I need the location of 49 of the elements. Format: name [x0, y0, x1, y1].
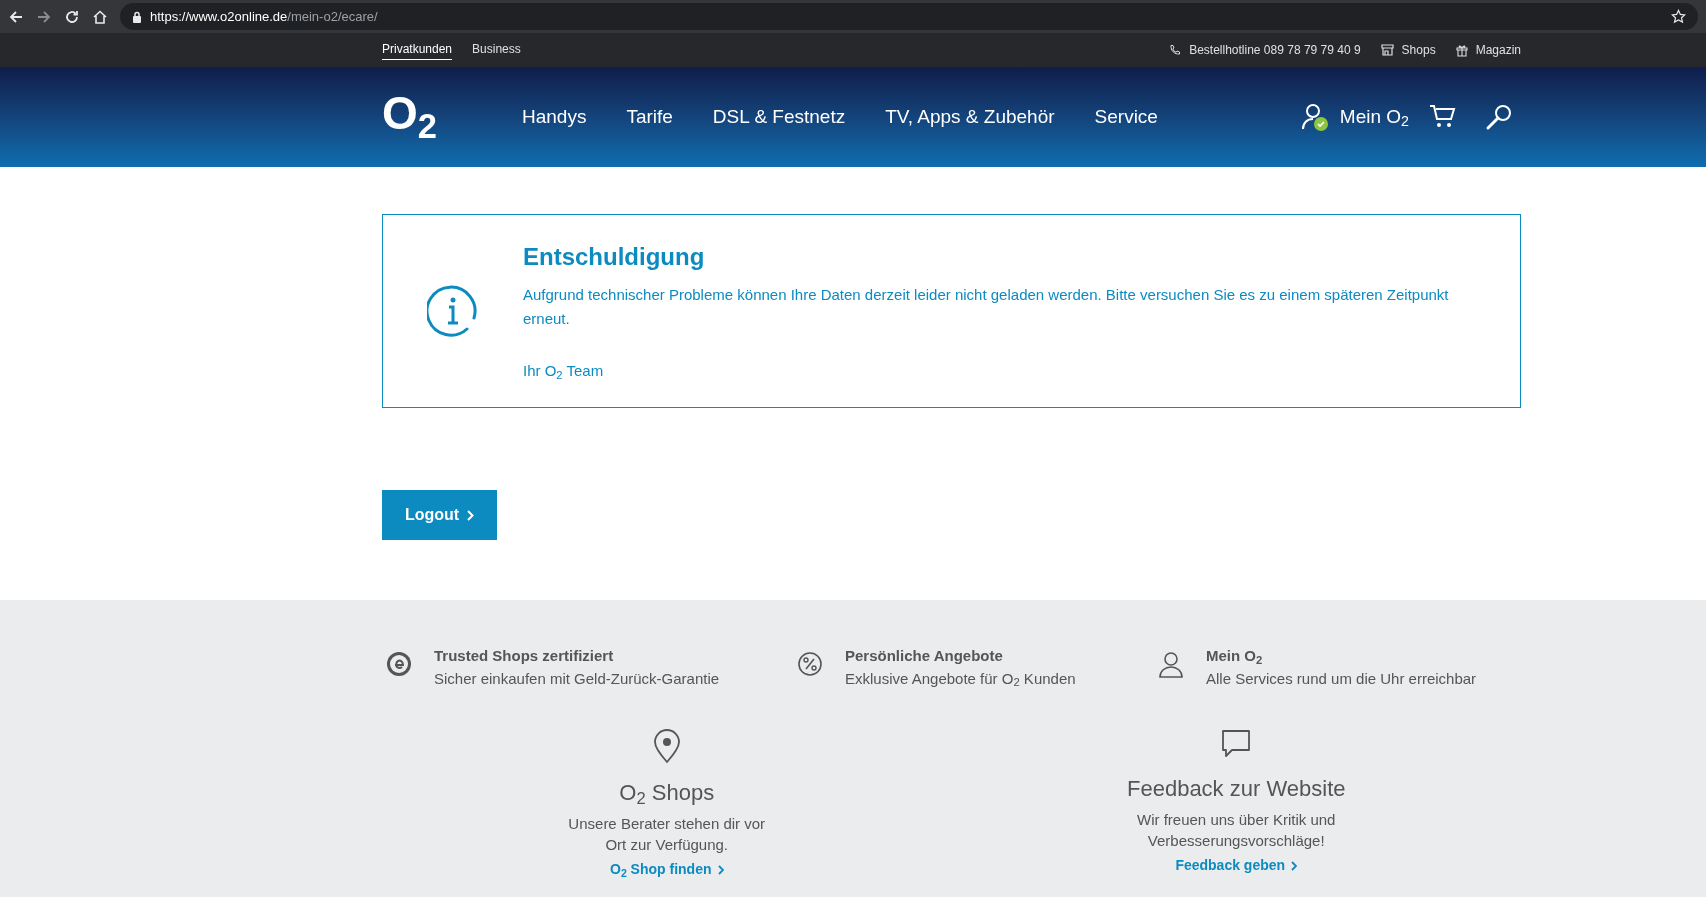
star-icon[interactable]: [1671, 9, 1686, 24]
logout-button[interactable]: Logout: [382, 490, 497, 540]
segment-tab[interactable]: Privatkunden: [382, 40, 453, 60]
url-text: https://www.o2online.de/mein-o2/ecare/: [150, 7, 378, 26]
gift-icon: [1455, 43, 1468, 57]
feature-text: Exklusive Angebote für O$_{2}$ Kunden: [845, 668, 1076, 690]
account-link[interactable]: Mein O$_{2}$: [1339, 102, 1409, 132]
chevron-icon: [717, 864, 724, 875]
feature-text: Alle Services rund um die Uhr erreichbar: [1206, 668, 1477, 689]
phone-icon: [1169, 44, 1182, 56]
nav-link[interactable]: Handys: [521, 102, 587, 132]
notice-message: Aufgrund technischer Probleme können Ihre Daten derzeit leider nicht geladen werden. Bitte versuchen Sie es zu einem späteren Zeitpunkt erneut.: [523, 285, 1450, 329]
notice-signature: Ihr O$_{2}$ Team: [523, 361, 605, 383]
forward-icon[interactable]: [36, 8, 52, 25]
feature-text: Sicher einkaufen mit Geld-Zurück-Garantie: [434, 668, 720, 689]
segment-tab[interactable]: Business: [472, 40, 521, 60]
block-text: Wir freuen uns über Kritik und Verbesserungsvorschläge!: [1137, 810, 1336, 851]
feature-title: Persönliche Angebote: [845, 646, 1004, 666]
cart-icon[interactable]: [1429, 104, 1457, 130]
o2-logo[interactable]: O$_{2}$: [382, 90, 437, 144]
trusted-seal-icon: [386, 651, 412, 677]
nav-link[interactable]: Service: [1094, 102, 1158, 132]
info-icon: [427, 285, 479, 337]
nav-link[interactable]: DSL & Festnetz: [712, 102, 846, 132]
location-pin-icon: [651, 728, 682, 764]
top-link[interactable]: Shops: [1401, 41, 1436, 59]
block-text: Unsere Berater stehen dir vor Ort zur Verfügung.: [568, 814, 766, 855]
home-icon[interactable]: [92, 8, 108, 25]
search-icon[interactable]: [1485, 103, 1513, 131]
chevron-icon: [467, 509, 475, 521]
lock-icon: [132, 10, 142, 23]
chevron-icon: [1291, 860, 1298, 871]
feature-title: Mein O$_{2}$: [1206, 646, 1264, 668]
top-link[interactable]: Magazin: [1475, 41, 1521, 59]
block-title: Feedback zur Website: [1127, 775, 1346, 803]
back-icon[interactable]: [8, 8, 24, 25]
user-icon[interactable]: [1299, 102, 1330, 132]
address-bar[interactable]: https://www.o2online.de/mein-o2/ecare/: [120, 3, 1698, 30]
feature-title: Trusted Shops zertifiziert: [434, 646, 615, 666]
reload-icon[interactable]: [64, 8, 80, 25]
nav-link[interactable]: TV, Apps & Zubehör: [885, 102, 1055, 132]
block-title: O$_{2}$ Shops: [619, 779, 715, 809]
nav-link[interactable]: Tarife: [626, 102, 673, 132]
top-link[interactable]: Bestellhotline 089 78 79 79 40 9: [1189, 41, 1361, 59]
user-icon: [1158, 651, 1184, 679]
percent-icon: [797, 651, 823, 677]
notice-title: Entschuldigung: [523, 242, 706, 272]
chat-bubble-icon: [1220, 728, 1253, 760]
store-icon: [1380, 44, 1394, 56]
